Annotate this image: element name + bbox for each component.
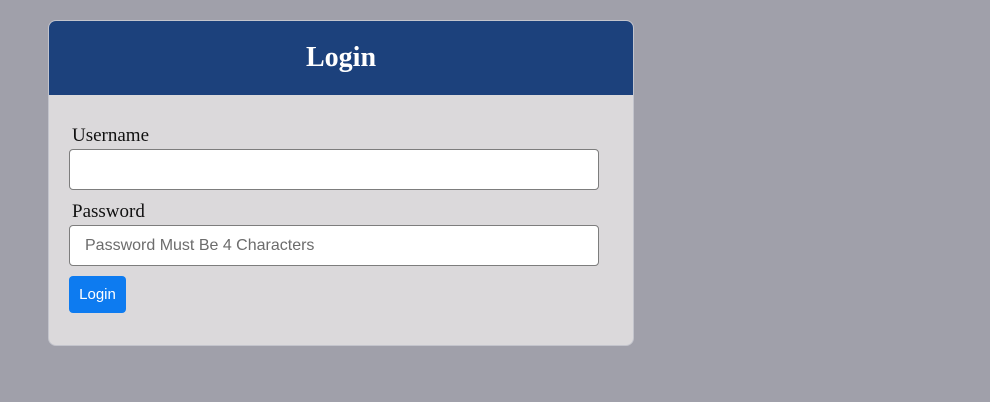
login-button[interactable]: Login xyxy=(69,276,126,313)
login-form: Username Password Login xyxy=(49,95,633,313)
username-label: Username xyxy=(72,125,150,146)
password-input[interactable] xyxy=(69,225,599,266)
page-title: Login xyxy=(305,42,377,73)
username-input[interactable] xyxy=(69,149,599,190)
password-label: Password xyxy=(72,201,145,222)
login-card: Login Username Password Login xyxy=(48,20,634,346)
card-header: Login xyxy=(49,21,633,95)
